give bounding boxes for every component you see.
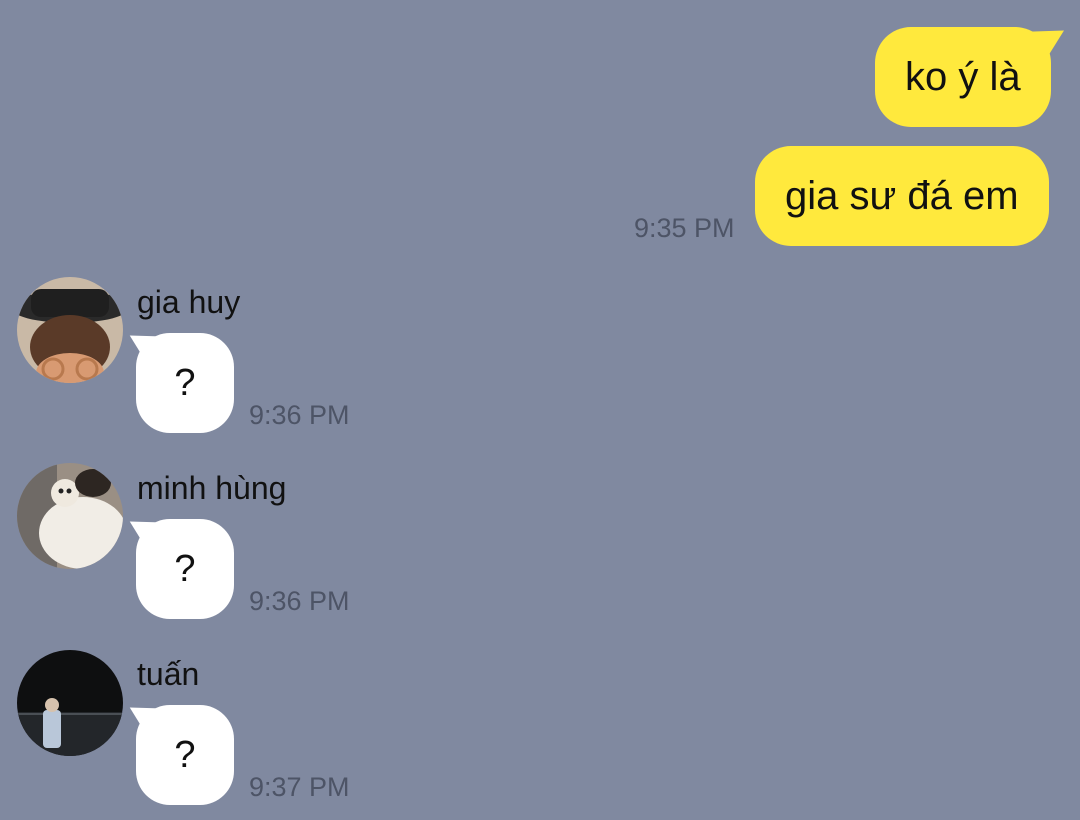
message-timestamp: 9:36 PM (249, 586, 350, 616)
avatar-photo (17, 463, 123, 569)
avatar-tuan[interactable] (17, 650, 123, 756)
outgoing-message-bubble[interactable]: ko ý là (875, 27, 1051, 127)
message-timestamp: 9:35 PM (634, 213, 735, 243)
sender-name: minh hùng (137, 470, 287, 506)
sender-name: gia huy (137, 284, 241, 320)
outgoing-message-bubble[interactable]: gia sư đá em (755, 146, 1049, 246)
avatar-photo (17, 650, 123, 756)
message-timestamp: 9:37 PM (249, 772, 350, 802)
avatar-minh-hung[interactable] (17, 463, 123, 569)
avatar-gia-huy[interactable] (17, 277, 123, 383)
sender-name: tuấn (137, 656, 200, 692)
message-timestamp: 9:36 PM (249, 400, 350, 430)
chat-message-list[interactable]: ko ý là gia sư đá em 9:35 PM gia huy ? 9… (0, 0, 1080, 820)
avatar-photo (17, 277, 123, 383)
